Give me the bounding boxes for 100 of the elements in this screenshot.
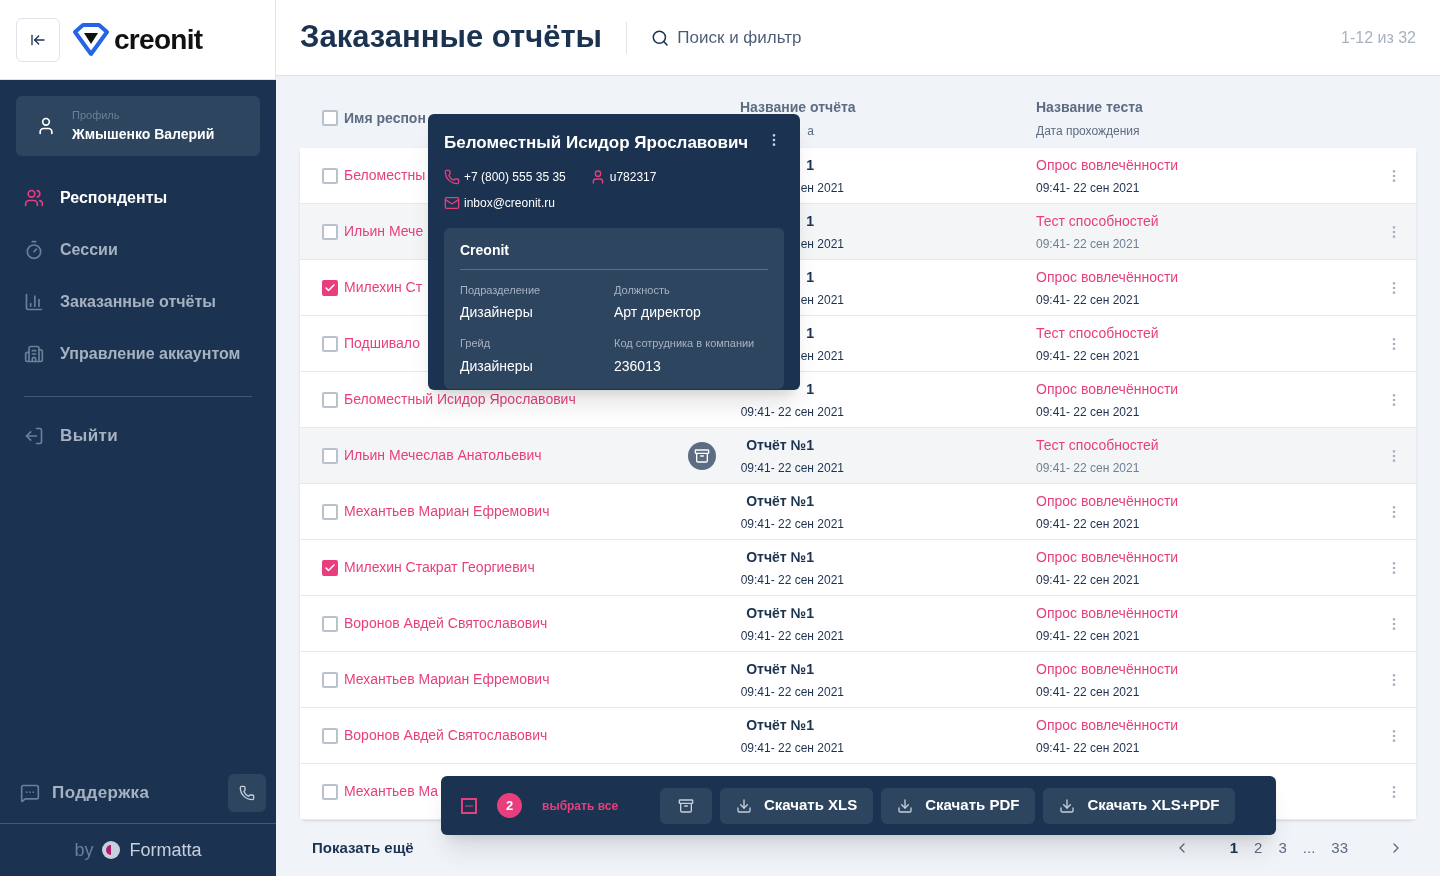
phone-icon bbox=[239, 785, 255, 801]
report-date: 09:41- 22 сен 2021 bbox=[740, 627, 844, 645]
report-name: Отчёт №1 bbox=[745, 547, 814, 567]
checkbox[interactable] bbox=[322, 279, 338, 296]
building-icon bbox=[24, 344, 44, 364]
report-name: Отчёт №1 bbox=[745, 603, 814, 623]
test-name[interactable]: Опрос вовлечённости bbox=[1036, 658, 1179, 680]
collapse-menu-button[interactable] bbox=[16, 17, 60, 62]
footer-by: by bbox=[74, 838, 94, 862]
report-date: 09:41- 22 сен 2021 bbox=[740, 403, 844, 421]
field-label: Грейд bbox=[460, 336, 492, 351]
checkbox[interactable] bbox=[322, 503, 338, 520]
respondent-name[interactable]: Милехин Стакрат Георгиевич bbox=[344, 557, 535, 578]
test-name[interactable]: Опрос вовлечённости bbox=[1036, 602, 1179, 624]
checkbox[interactable] bbox=[322, 727, 338, 744]
nav-item[interactable]: Сессии bbox=[24, 224, 252, 276]
test-date: 09:41- 22 сен 2021 bbox=[1036, 459, 1140, 477]
nav-item[interactable]: Респонденты bbox=[24, 172, 252, 224]
support-link[interactable]: Поддержка bbox=[20, 780, 150, 806]
report-name: 1 bbox=[805, 211, 814, 231]
stopwatch-icon bbox=[24, 240, 44, 260]
test-date: 09:41- 22 сен 2021 bbox=[1036, 347, 1140, 365]
search-field[interactable]: Поиск и фильтр bbox=[677, 24, 952, 51]
people-icon bbox=[24, 188, 44, 208]
respondent-name[interactable]: Воронов Авдей Святославович bbox=[344, 613, 548, 634]
table-row[interactable]: Механтьев Мариан Ефремович Отчёт №1 09:41- 22 сен 2021 Опрос вовлечённости 09:41- 22 сен 2021 bbox=[300, 484, 1416, 540]
test-name[interactable]: Опрос вовлечённости bbox=[1036, 266, 1179, 288]
test-date: 09:41- 22 сен 2021 bbox=[1036, 291, 1140, 309]
respondent-name[interactable]: Механтьев Ма bbox=[344, 781, 439, 802]
show-more-link[interactable]: Показать ещё bbox=[312, 836, 414, 860]
test-date: 09:41- 22 сен 2021 bbox=[1036, 739, 1140, 757]
archive-button[interactable] bbox=[688, 441, 716, 470]
download-button[interactable]: Скачать XLS bbox=[720, 787, 874, 824]
report-date: 09:41- 22 сен 2021 bbox=[740, 515, 844, 533]
profile-card[interactable]: Профиль Жмышенко Валерий bbox=[16, 96, 260, 156]
test-name[interactable]: Опрос вовлечённости bbox=[1036, 714, 1179, 736]
checkbox[interactable] bbox=[322, 671, 338, 688]
nav-item[interactable]: Заказанные отчёты bbox=[24, 276, 252, 328]
table-row[interactable]: Милехин Стакрат Георгиевич Отчёт №1 09:41- 22 сен 2021 Опрос вовлечённости 09:41- 22 сен 2021 bbox=[300, 540, 1416, 596]
archive-icon bbox=[678, 797, 694, 814]
respondent-name[interactable]: Милехин Ст bbox=[344, 277, 423, 298]
table-row[interactable]: Воронов Авдей Святославович Отчёт №1 09:41- 22 сен 2021 Опрос вовлечённости 09:41- 22 сен 2021 bbox=[300, 708, 1416, 764]
logout-link[interactable]: Выйти bbox=[24, 413, 252, 459]
select-all-link[interactable]: выбрать все bbox=[542, 796, 652, 815]
respondent-name[interactable]: Механтьев Мариан Ефремович bbox=[344, 501, 550, 522]
field-label: Должность bbox=[614, 282, 671, 298]
respondent-name[interactable]: Механтьев Мариан Ефремович bbox=[344, 669, 550, 690]
test-name[interactable]: Опрос вовлечённости bbox=[1036, 546, 1179, 568]
respondent-name[interactable]: Ильин Мечеслав Анатольевич bbox=[344, 445, 542, 466]
test-name[interactable]: Опрос вовлечённости bbox=[1036, 154, 1179, 176]
mail-icon bbox=[444, 194, 460, 211]
page-button[interactable]: 33 bbox=[1327, 836, 1352, 860]
field-label: Подразделение bbox=[460, 282, 542, 298]
respondent-name[interactable]: Ильин Мече bbox=[344, 221, 424, 242]
chart-icon bbox=[24, 292, 44, 312]
test-name[interactable]: Тест способностей bbox=[1036, 210, 1159, 232]
respondent-name[interactable]: Воронов Авдей Святославович bbox=[344, 725, 548, 746]
page-button[interactable]: ... bbox=[1298, 836, 1320, 860]
test-name[interactable]: Тест способностей bbox=[1036, 434, 1159, 456]
respondent-name[interactable]: Подшивало bbox=[344, 333, 420, 354]
test-date: 09:41- 22 сен 2021 bbox=[1036, 403, 1140, 421]
download-button[interactable]: Скачать XLS+PDF bbox=[1043, 787, 1236, 824]
test-name[interactable]: Опрос вовлечённости bbox=[1036, 490, 1179, 512]
archive-button[interactable] bbox=[660, 787, 712, 824]
checkbox[interactable] bbox=[322, 391, 338, 408]
phone-button[interactable] bbox=[228, 774, 266, 812]
download-button[interactable]: Скачать PDF bbox=[881, 787, 1036, 824]
user-icon bbox=[36, 116, 56, 136]
checkbox[interactable] bbox=[322, 110, 338, 126]
login-id: u782317 bbox=[609, 168, 657, 186]
table-row[interactable]: Воронов Авдей Святославович Отчёт №1 09:41- 22 сен 2021 Опрос вовлечённости 09:41- 22 сен 2021 bbox=[300, 596, 1416, 652]
page-button[interactable]: 2 bbox=[1250, 836, 1267, 860]
column-header: Имя респон bbox=[344, 108, 426, 128]
test-name[interactable]: Опрос вовлечённости bbox=[1036, 378, 1179, 400]
checkbox[interactable] bbox=[322, 223, 338, 240]
test-date: 09:41- 22 сен 2021 bbox=[1036, 235, 1140, 253]
download-icon bbox=[897, 797, 914, 814]
deselect-checkbox[interactable] bbox=[461, 797, 477, 814]
phone-number: +7 (800) 555 35 35 bbox=[464, 168, 566, 186]
nav-item[interactable]: Управление аккаунтом bbox=[24, 328, 252, 380]
download-icon bbox=[1059, 797, 1076, 814]
respondent-name[interactable]: Беломестны bbox=[344, 165, 426, 186]
checkbox[interactable] bbox=[322, 167, 338, 184]
checkbox[interactable] bbox=[322, 783, 338, 800]
report-date: 09:41- 22 сен 2021 bbox=[740, 739, 844, 757]
table-row[interactable]: Механтьев Мариан Ефремович Отчёт №1 09:41- 22 сен 2021 Опрос вовлечённости 09:41- 22 сен 2021 bbox=[300, 652, 1416, 708]
respondent-name[interactable]: Беломестный Исидор Ярославович bbox=[344, 389, 576, 410]
checkbox[interactable] bbox=[322, 447, 338, 464]
report-date: ен 2021 bbox=[799, 291, 844, 309]
test-name[interactable]: Тест способностей bbox=[1036, 322, 1159, 344]
footer-brand: Formatta bbox=[129, 838, 202, 862]
page-button[interactable]: 3 bbox=[1274, 836, 1291, 860]
column-subheader: Дата прохождения bbox=[1036, 122, 1141, 140]
checkbox[interactable] bbox=[322, 335, 338, 352]
test-date: 09:41- 22 сен 2021 bbox=[1036, 571, 1140, 589]
report-name: Отчёт №1 bbox=[745, 435, 814, 455]
page-button[interactable]: 1 bbox=[1225, 836, 1243, 860]
checkbox[interactable] bbox=[322, 559, 338, 576]
checkbox[interactable] bbox=[322, 615, 338, 632]
table-row[interactable]: Ильин Мечеслав Анатольевич Отчёт №1 09:41- 22 сен 2021 Тест способностей 09:41- 22 сен 2021 bbox=[300, 428, 1416, 484]
